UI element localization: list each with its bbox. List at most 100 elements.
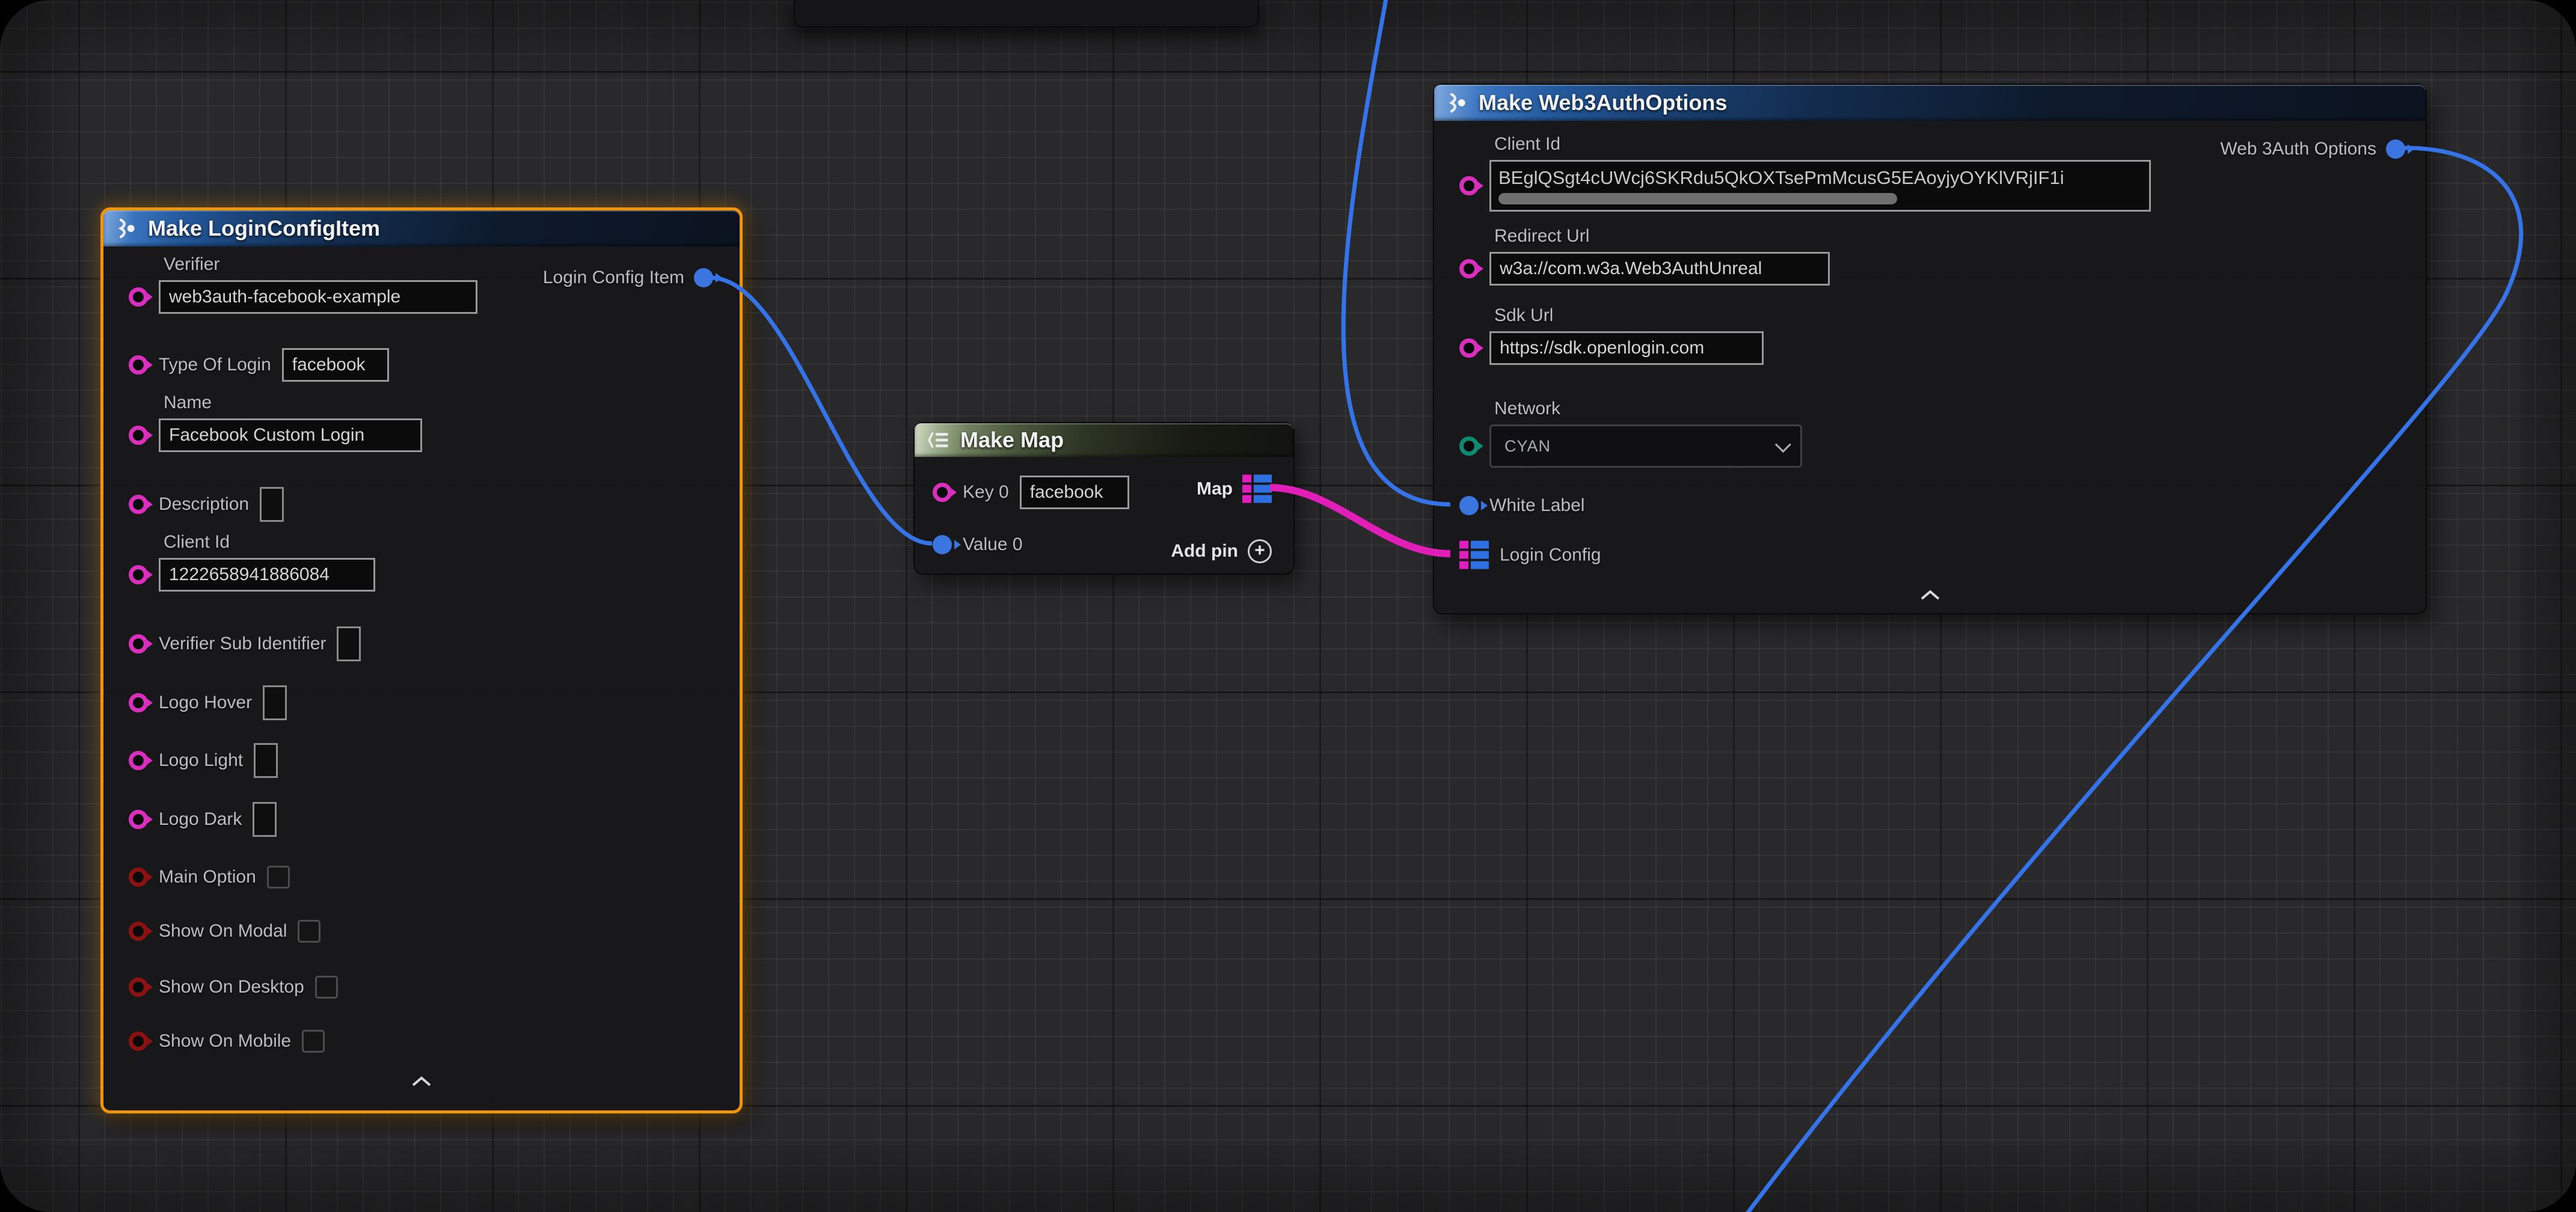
pin-row-white-label: White Label <box>1459 495 1584 516</box>
pin-client-id[interactable] <box>1459 176 1479 195</box>
pin-row-redirect-url: Redirect Url w3a://com.w3a.Web3AuthUnrea… <box>1459 252 1830 286</box>
field-label: Show On Mobile <box>159 1031 291 1051</box>
field-label: Logo Hover <box>159 693 252 713</box>
node-title: Make Web3AuthOptions <box>1479 90 1727 115</box>
show-on-modal-checkbox[interactable] <box>298 920 320 943</box>
field-label: White Label <box>1489 495 1584 516</box>
pin-verifier-sub-identifier[interactable] <box>129 634 148 653</box>
logo-light-field[interactable] <box>254 743 278 778</box>
logo-hover-field[interactable] <box>263 685 287 720</box>
field-label: Key 0 <box>963 482 1009 503</box>
make-map-icon <box>927 431 949 449</box>
add-pin-button[interactable]: Add pin <box>1171 539 1272 563</box>
network-dropdown[interactable]: CYAN <box>1489 424 1802 468</box>
pin-row-logo-light: Logo Light <box>129 743 278 778</box>
pin-login-config[interactable] <box>1459 541 1489 569</box>
pin-row-login-config: Login Config <box>1459 541 1601 569</box>
collapse-advanced-button[interactable] <box>408 1075 435 1091</box>
node-header[interactable]: Make LoginConfigItem <box>103 210 740 246</box>
output-pin-label: Map <box>1197 479 1233 499</box>
pin-row-logo-hover: Logo Hover <box>129 685 287 720</box>
field-label: Description <box>159 494 249 515</box>
pin-logo-dark[interactable] <box>129 810 148 829</box>
add-pin-label: Add pin <box>1171 541 1238 562</box>
field-label: Network <box>1494 399 1560 419</box>
node-make-web3authoptions[interactable]: Make Web3AuthOptions Web 3Auth Options C… <box>1433 84 2427 614</box>
pin-description[interactable] <box>129 495 148 514</box>
pin-row-key0: Key 0 facebook <box>933 476 1129 509</box>
pin-show-on-modal[interactable] <box>129 922 148 941</box>
node-title: Make Map <box>960 427 1064 453</box>
field-label: Client Id <box>1494 134 1560 155</box>
field-label: Sdk Url <box>1494 305 1553 326</box>
show-on-mobile-checkbox[interactable] <box>302 1030 325 1053</box>
pin-row-value0: Value 0 <box>933 534 1023 555</box>
client-id-value: BEglQSgt4cUWcj6SKRdu5QkOXTsePmMcusG5EAoy… <box>1498 167 2142 189</box>
pin-show-on-desktop[interactable] <box>129 978 148 997</box>
field-label: Name <box>164 393 212 413</box>
pin-map-out[interactable] <box>1242 475 1272 503</box>
make-struct-icon <box>115 218 137 239</box>
pin-redirect-url[interactable] <box>1459 259 1479 278</box>
pin-main-option[interactable] <box>129 868 148 887</box>
logo-dark-field[interactable] <box>253 802 277 837</box>
pin-row-network: Network CYAN <box>1459 424 1802 468</box>
redirect-url-field[interactable]: w3a://com.w3a.Web3AuthUnreal <box>1489 252 1830 286</box>
pin-row-description: Description <box>129 487 284 522</box>
pin-row-client-id: Client Id BEglQSgt4cUWcj6SKRdu5QkOXTsePm… <box>1459 160 2151 212</box>
verifier-field[interactable]: web3auth-facebook-example <box>159 280 477 314</box>
output-row: Web 3Auth Options <box>2220 139 2405 159</box>
verifier-sub-identifier-field[interactable] <box>337 626 361 661</box>
field-label: Type Of Login <box>159 355 271 375</box>
output-row: Login Config Item <box>543 268 713 288</box>
pin-white-label[interactable] <box>1459 496 1479 515</box>
pin-row-show-on-modal: Show On Modal <box>129 920 320 943</box>
field-scrollbar[interactable] <box>1498 193 1897 204</box>
pin-row-show-on-mobile: Show On Mobile <box>129 1030 325 1053</box>
field-label: Verifier Sub Identifier <box>159 634 326 654</box>
pin-web3auth-options-out[interactable] <box>2386 139 2405 159</box>
client-id-field[interactable]: BEglQSgt4cUWcj6SKRdu5QkOXTsePmMcusG5EAoy… <box>1489 160 2151 212</box>
pin-value0[interactable] <box>933 535 952 554</box>
name-field[interactable]: Facebook Custom Login <box>159 418 422 452</box>
pin-row-logo-dark: Logo Dark <box>129 802 277 837</box>
field-label: Main Option <box>159 867 256 887</box>
node-make-map[interactable]: Make Map Key 0 facebook Map Value 0 Add … <box>913 422 1295 575</box>
pin-login-config-item-out[interactable] <box>694 268 713 287</box>
node-partial-top[interactable] <box>794 0 1259 28</box>
pin-sdk-url[interactable] <box>1459 338 1479 358</box>
sdk-url-field[interactable]: https://sdk.openlogin.com <box>1489 331 1764 365</box>
pin-logo-hover[interactable] <box>129 693 148 712</box>
pin-network[interactable] <box>1459 436 1479 456</box>
node-title: Make LoginConfigItem <box>148 216 380 241</box>
pin-name[interactable] <box>129 426 148 445</box>
main-option-checkbox[interactable] <box>267 866 290 889</box>
pin-key0[interactable] <box>933 483 952 502</box>
description-field[interactable] <box>260 487 284 522</box>
field-label: Redirect Url <box>1494 226 1589 246</box>
pin-type-of-login[interactable] <box>129 355 148 375</box>
pin-show-on-mobile[interactable] <box>129 1032 148 1051</box>
pin-row-show-on-desktop: Show On Desktop <box>129 976 338 999</box>
node-header[interactable]: Make Map <box>915 423 1293 457</box>
make-struct-icon <box>1446 92 1468 114</box>
pin-logo-light[interactable] <box>129 751 148 770</box>
network-dropdown-value: CYAN <box>1504 437 1551 456</box>
field-label: Value 0 <box>963 534 1023 555</box>
key0-field[interactable]: facebook <box>1020 476 1129 509</box>
pin-client-id[interactable] <box>129 565 148 584</box>
show-on-desktop-checkbox[interactable] <box>315 976 338 999</box>
node-make-loginconfigitem[interactable]: Make LoginConfigItem Login Config Item V… <box>100 207 743 1113</box>
field-label: Logo Light <box>159 750 243 771</box>
add-pin-icon <box>1248 539 1272 563</box>
output-row: Map <box>1197 475 1272 503</box>
field-label: Show On Desktop <box>159 977 304 997</box>
node-header[interactable]: Make Web3AuthOptions <box>1434 85 2426 121</box>
pin-verifier[interactable] <box>129 287 148 307</box>
client-id-field[interactable]: 1222658941886084 <box>159 558 375 592</box>
collapse-advanced-button[interactable] <box>1917 589 1943 605</box>
type-of-login-field[interactable]: facebook <box>282 348 389 382</box>
pin-row-verifier: Verifier web3auth-facebook-example <box>129 280 477 314</box>
field-label: Logo Dark <box>159 809 242 830</box>
pin-row-sdk-url: Sdk Url https://sdk.openlogin.com <box>1459 331 1764 365</box>
